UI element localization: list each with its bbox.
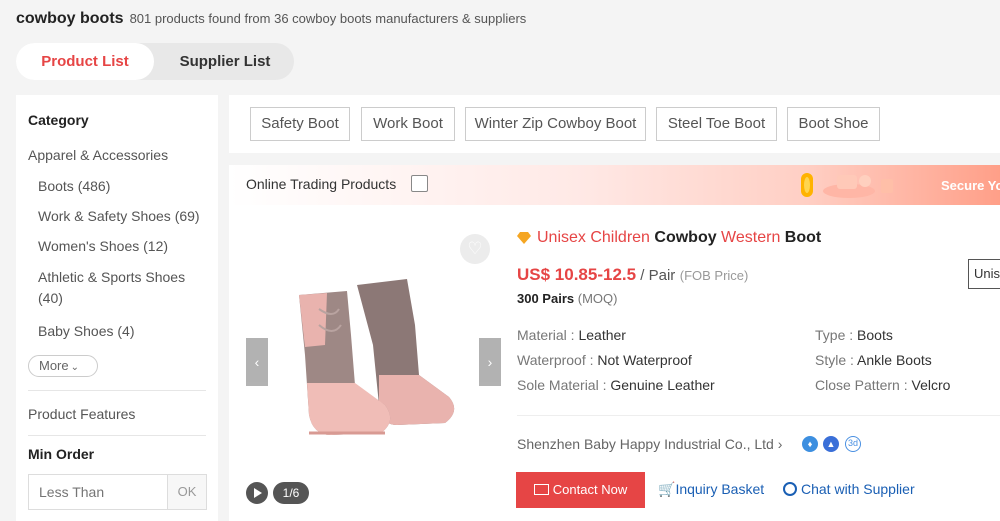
category-item-athletic[interactable]: Athletic & Sports Shoes (40) bbox=[38, 267, 213, 309]
attr-close-pattern: Close Pattern : Velcro bbox=[815, 377, 950, 393]
search-summary: cowboy boots 801 products found from 36 c… bbox=[16, 10, 526, 28]
min-order-title: Min Order bbox=[28, 446, 95, 462]
online-trading-label: Online Trading Products bbox=[246, 176, 397, 192]
price-unit: / Pair bbox=[636, 267, 676, 284]
product-card: ♡ ‹ › 1/6 Unisex Children Cowboy Western… bbox=[229, 205, 1000, 521]
product-title-keyword: Cowboy bbox=[654, 229, 717, 246]
price-term: (FOB Price) bbox=[679, 268, 749, 283]
favorite-heart-icon[interactable]: ♡ bbox=[460, 234, 490, 264]
attr-value: Ankle Boots bbox=[857, 352, 932, 368]
filter-sidebar: Category Apparel & Accessories Boots (48… bbox=[16, 95, 218, 521]
supplier-name: Shenzhen Baby Happy Industrial Co., Ltd bbox=[517, 436, 774, 452]
online-trading-checkbox[interactable] bbox=[411, 175, 428, 192]
min-order-input[interactable] bbox=[28, 474, 168, 510]
category-item-baby[interactable]: Baby Shoes (4) bbox=[38, 321, 213, 342]
inquiry-basket-label: Inquiry Basket bbox=[675, 481, 765, 497]
category-item-boots[interactable]: Boots (486) bbox=[38, 176, 213, 197]
divider bbox=[517, 415, 1000, 416]
attr-sole-material: Sole Material : Genuine Leather bbox=[517, 377, 715, 393]
category-item-work-safety[interactable]: Work & Safety Shoes (69) bbox=[38, 206, 213, 227]
product-price: US$ 10.85-12.5 bbox=[517, 265, 637, 284]
play-video-icon[interactable] bbox=[246, 482, 268, 504]
chat-icon bbox=[783, 482, 797, 496]
tab-supplier-list[interactable]: Supplier List bbox=[156, 43, 294, 80]
attr-value: Genuine Leather bbox=[610, 377, 715, 393]
product-title[interactable]: Unisex Children Cowboy Western Boot bbox=[517, 229, 821, 247]
image-prev-arrow[interactable]: ‹ bbox=[246, 338, 268, 386]
attr-key: Sole Material : bbox=[517, 377, 611, 393]
divider bbox=[28, 435, 206, 436]
attr-key: Style : bbox=[815, 352, 858, 368]
mail-icon bbox=[533, 484, 549, 495]
image-next-arrow[interactable]: › bbox=[479, 338, 501, 386]
product-features-title: Product Features bbox=[28, 406, 136, 422]
more-label: More bbox=[39, 358, 69, 373]
search-keyword: cowboy boots bbox=[16, 10, 124, 27]
category-item-womens[interactable]: Women's Shoes (12) bbox=[38, 236, 213, 257]
moq-label: (MOQ) bbox=[577, 291, 618, 306]
moq-value: 300 Pairs bbox=[517, 291, 575, 306]
chevron-right-icon: › bbox=[777, 436, 783, 452]
more-categories-button[interactable]: More ⌄ bbox=[28, 355, 98, 377]
result-count: 801 products found from 36 cowboy boots … bbox=[129, 11, 527, 26]
attr-value: Boots bbox=[857, 327, 893, 343]
contact-now-label: Contact Now bbox=[552, 482, 628, 497]
promo-illustration-icon bbox=[801, 173, 893, 198]
chat-with-supplier-label: Chat with Supplier bbox=[801, 481, 915, 497]
audited-supplier-icon: ▲ bbox=[823, 436, 839, 452]
attr-key: Type : bbox=[815, 327, 858, 343]
image-page-indicator: 1/6 bbox=[273, 482, 309, 504]
chat-with-supplier-link[interactable]: Chat with Supplier bbox=[783, 481, 915, 497]
category-title: Category bbox=[28, 112, 89, 128]
chip-steel-toe-boot[interactable]: Steel Toe Boot bbox=[656, 107, 777, 141]
contact-now-button[interactable]: Contact Now bbox=[516, 472, 645, 508]
attr-key: Material : bbox=[517, 327, 579, 343]
secure-promo-text: Secure Yo bbox=[941, 178, 1000, 193]
tab-product-list[interactable]: Product List bbox=[16, 43, 154, 80]
moq-row: 300 Pairs (MOQ) bbox=[517, 291, 617, 306]
product-title-part: Unisex Children bbox=[537, 229, 655, 246]
list-tabs: Product List Supplier List bbox=[16, 43, 294, 80]
online-trading-bar: Online Trading Products Secure Yo bbox=[229, 165, 1000, 205]
diamond-member-icon bbox=[517, 231, 531, 244]
chip-winter-zip-cowboy-boot[interactable]: Winter Zip Cowboy Boot bbox=[465, 107, 646, 141]
inquiry-basket-link[interactable]: 🛒Inquiry Basket bbox=[658, 481, 764, 498]
3d-showroom-icon: 3d bbox=[845, 436, 861, 452]
category-parent[interactable]: Apparel & Accessories bbox=[28, 147, 168, 163]
chevron-down-icon: ⌄ bbox=[70, 362, 80, 373]
divider bbox=[28, 390, 206, 391]
product-title-part: Western bbox=[716, 229, 785, 246]
product-image[interactable] bbox=[269, 265, 489, 445]
chip-safety-boot[interactable]: Safety Boot bbox=[250, 107, 350, 141]
chip-work-boot[interactable]: Work Boot bbox=[361, 107, 455, 141]
attr-key: Waterproof : bbox=[517, 352, 598, 368]
min-order-ok-button[interactable]: OK bbox=[167, 474, 207, 510]
attr-key: Close Pattern : bbox=[815, 377, 912, 393]
attr-value: Leather bbox=[578, 327, 626, 343]
attr-waterproof: Waterproof : Not Waterproof bbox=[517, 352, 692, 368]
attr-value: Velcro bbox=[911, 377, 951, 393]
chip-boot-shoe[interactable]: Boot Shoe bbox=[787, 107, 880, 141]
cart-icon: 🛒 bbox=[658, 481, 676, 497]
attr-value: Not Waterproof bbox=[597, 352, 692, 368]
attr-style: Style : Ankle Boots bbox=[815, 352, 932, 368]
related-search-chips: Safety Boot Work Boot Winter Zip Cowboy … bbox=[229, 95, 1000, 153]
attr-type: Type : Boots bbox=[815, 327, 893, 343]
product-title-keyword: Boot bbox=[784, 229, 822, 246]
side-tag: Unis bbox=[968, 259, 1000, 289]
price-row: US$ 10.85-12.5 / Pair (FOB Price) bbox=[517, 265, 748, 285]
attr-material: Material : Leather bbox=[517, 327, 626, 343]
supplier-link[interactable]: Shenzhen Baby Happy Industrial Co., Ltd … bbox=[517, 436, 782, 452]
diamond-badge-icon: ♦ bbox=[802, 436, 818, 452]
